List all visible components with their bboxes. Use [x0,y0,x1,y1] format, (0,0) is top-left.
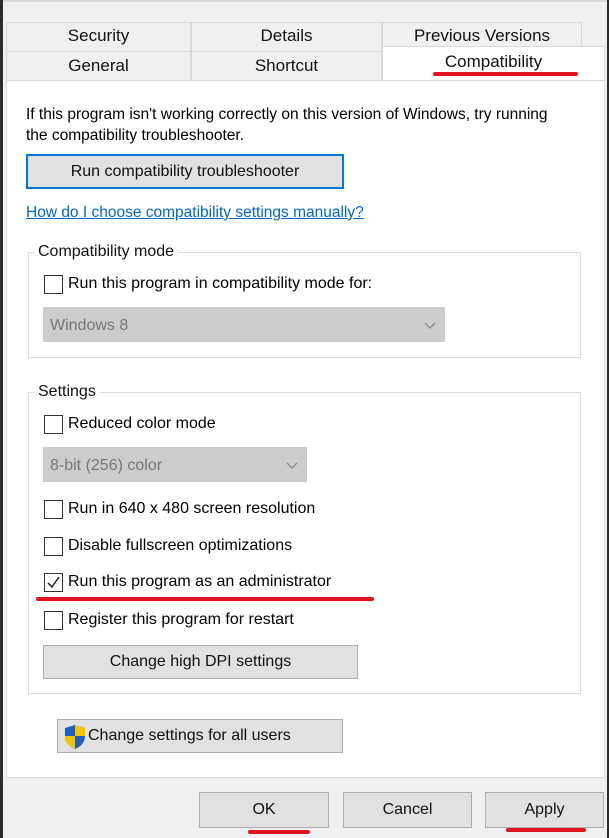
compatibility-mode-title: Compatibility mode [34,243,179,261]
run-as-admin-label: Run this program as an administrator [68,573,332,590]
chevron-down-icon [286,448,298,496]
change-all-users-label: Change settings for all users [88,727,291,744]
resolution-checkbox[interactable] [44,500,63,519]
change-all-users-button[interactable]: Change settings for all users [57,719,343,753]
color-depth-select-value: 8-bit (256) color [50,457,163,474]
tab-shortcut[interactable]: Shortcut [191,51,382,81]
run-troubleshooter-button[interactable]: Run compatibility troubleshooter [26,154,344,189]
compat-mode-checkbox[interactable] [44,275,63,294]
help-link[interactable]: How do I choose compatibility settings m… [26,204,364,222]
reduced-color-checkbox[interactable] [44,415,63,434]
register-restart-label: Register this program for restart [68,611,294,628]
register-restart-checkbox[interactable] [44,611,63,630]
settings-title: Settings [34,383,100,401]
intro-text: If this program isn't working correctly … [26,106,548,144]
change-dpi-button[interactable]: Change high DPI settings [43,645,358,679]
compat-mode-label: Run this program in compatibility mode f… [68,275,373,292]
compat-mode-select-value: Windows 8 [50,317,129,334]
run-as-admin-checkbox[interactable] [44,573,63,592]
fullscreen-opt-checkbox[interactable] [44,537,63,556]
highlight-underline-apply [506,828,586,832]
highlight-underline-ok [248,830,310,834]
tab-details[interactable]: Details [191,22,382,51]
compat-mode-select[interactable]: Windows 8 [43,307,445,342]
apply-button[interactable]: Apply [485,792,604,828]
checkmark-icon [47,576,60,589]
tab-general[interactable]: General [6,51,191,81]
cancel-button[interactable]: Cancel [343,792,472,828]
fullscreen-opt-label: Disable fullscreen optimizations [68,537,293,554]
chevron-down-icon [424,308,436,356]
tab-security[interactable]: Security [6,22,191,51]
resolution-label: Run in 640 x 480 screen resolution [68,500,316,517]
ok-button[interactable]: OK [199,792,329,828]
highlight-underline-admin [36,597,374,601]
color-depth-select[interactable]: 8-bit (256) color [43,447,307,482]
highlight-underline-compatibility [433,72,578,76]
uac-shield-icon [63,724,87,762]
window-left-border [0,0,3,838]
reduced-color-label: Reduced color mode [68,415,216,432]
window-top-edge [0,0,609,2]
